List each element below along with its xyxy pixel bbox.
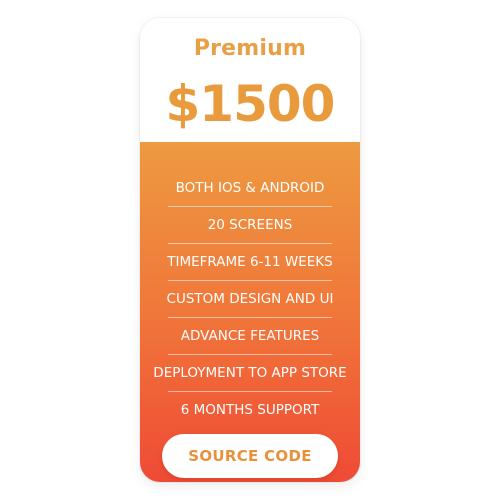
feature-divider — [168, 317, 332, 318]
feature-divider — [168, 243, 332, 244]
feature-divider — [168, 206, 332, 207]
feature-item: 6 MONTHS SUPPORT — [140, 400, 360, 437]
feature-label: BOTH IOS & ANDROID — [175, 180, 325, 196]
feature-label: 6 MONTHS SUPPORT — [180, 402, 320, 418]
feature-label: CUSTOM DESIGN AND UI — [166, 291, 334, 307]
pricing-card-header: Premium $1500 — [140, 18, 360, 142]
pricing-card-body: BOTH IOS & ANDROID 20 SCREENS TIMEFRAME … — [140, 142, 360, 482]
feature-item: DEPLOYMENT TO APP STORE — [140, 363, 360, 400]
feature-label: DEPLOYMENT TO APP STORE — [153, 365, 347, 381]
plan-price: $1500 — [165, 75, 336, 133]
feature-item: CUSTOM DESIGN AND UI — [140, 289, 360, 326]
feature-item: TIMEFRAME 6-11 WEEKS — [140, 252, 360, 289]
feature-label: 20 SCREENS — [207, 217, 293, 233]
feature-item: ADVANCE FEATURES — [140, 326, 360, 363]
pricing-card: Premium $1500 BOTH IOS & ANDROID 20 SCRE… — [140, 18, 360, 482]
feature-item: 20 SCREENS — [140, 215, 360, 252]
feature-divider — [168, 354, 332, 355]
feature-divider — [168, 391, 332, 392]
feature-list: BOTH IOS & ANDROID 20 SCREENS TIMEFRAME … — [140, 178, 360, 437]
plan-name: Premium — [193, 36, 307, 61]
source-code-button[interactable]: SOURCE CODE — [162, 434, 338, 478]
feature-item: BOTH IOS & ANDROID — [140, 178, 360, 215]
feature-divider — [168, 280, 332, 281]
feature-label: ADVANCE FEATURES — [180, 328, 320, 344]
feature-label: TIMEFRAME 6-11 WEEKS — [167, 254, 333, 270]
